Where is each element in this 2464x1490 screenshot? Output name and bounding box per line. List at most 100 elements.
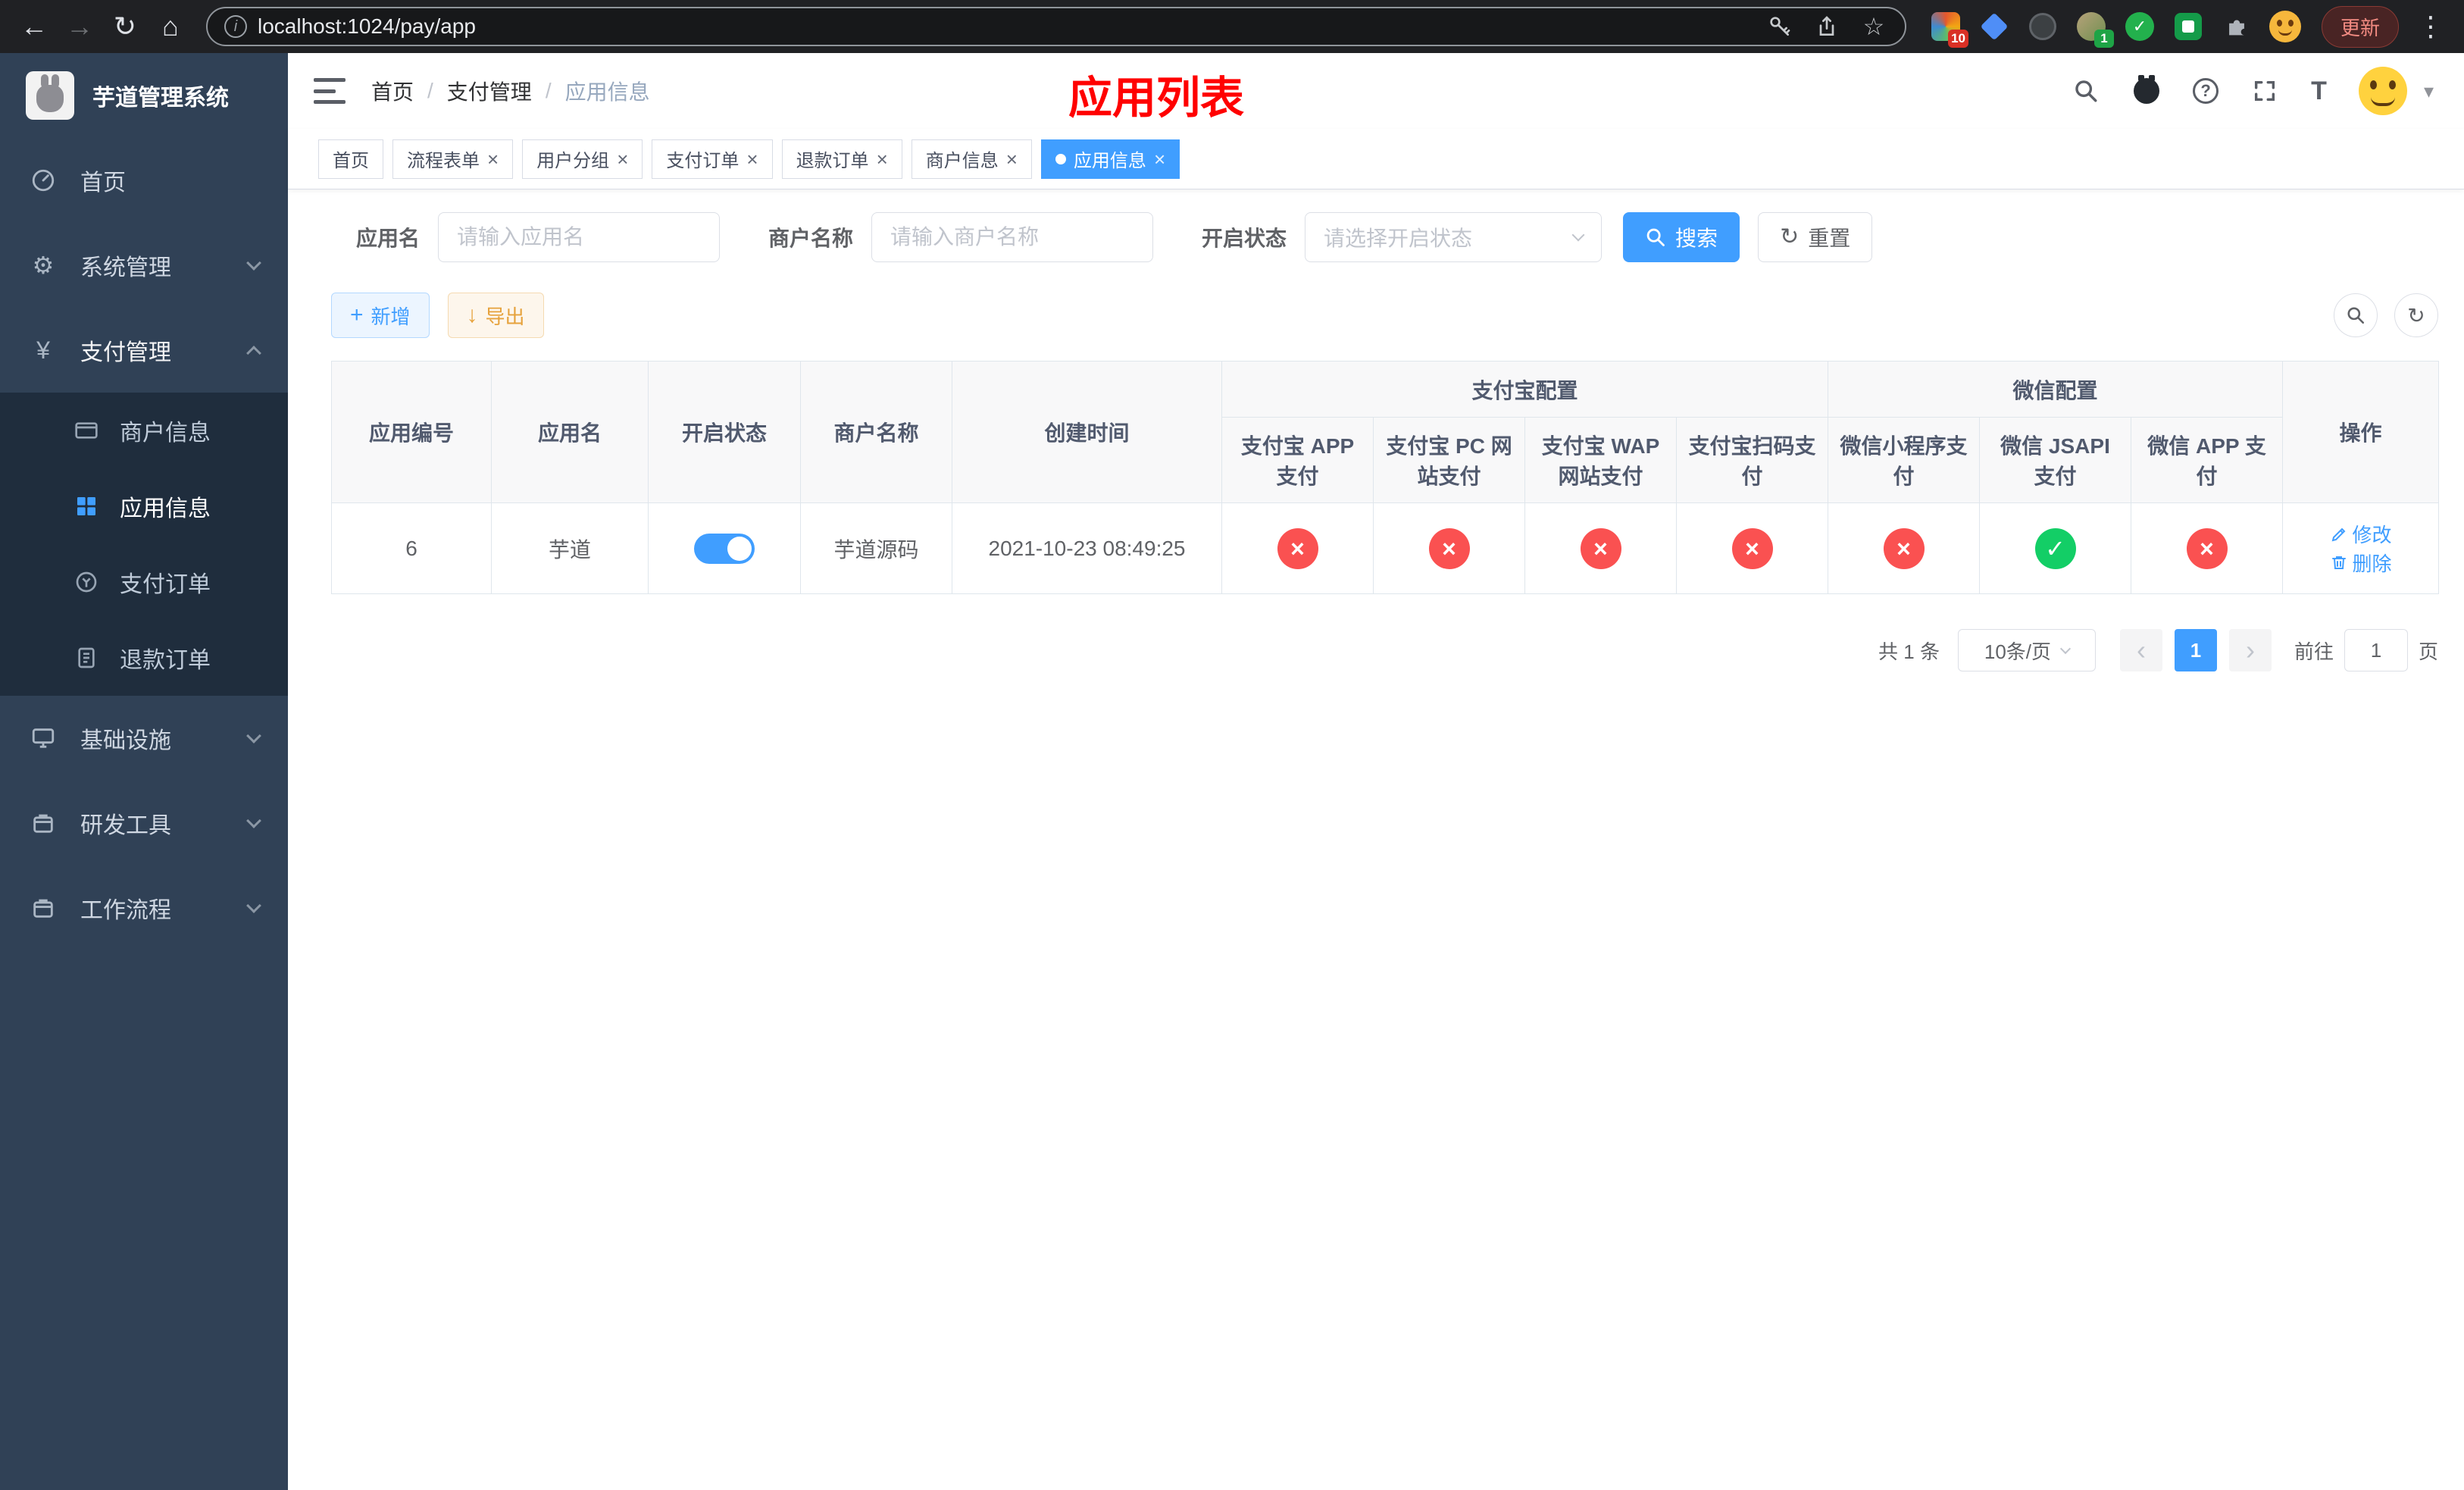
col-alipay-app: 支付宝 APP 支付	[1221, 417, 1374, 503]
sidebar: 芋道管理系统 首页 ⚙ 系统管理 ¥ 支付管理 商户信息 应用信息 支付订单 退…	[0, 53, 288, 1490]
bookmark-star-icon[interactable]: ☆	[1859, 12, 1888, 41]
app-name-input[interactable]	[438, 212, 721, 262]
grid-icon	[73, 494, 100, 518]
font-size-icon[interactable]: T	[2311, 77, 2327, 106]
sidebar-item-label: 应用信息	[120, 496, 211, 521]
app-navbar: 首页 / 支付管理 / 应用信息 ? T ▾	[288, 53, 2464, 129]
fullscreen-icon[interactable]	[2250, 77, 2279, 105]
extension-icon[interactable]	[1978, 10, 2011, 43]
sidebar-item-payment[interactable]: ¥ 支付管理	[0, 308, 288, 393]
page-size-select[interactable]: 10条/页	[1957, 629, 2096, 671]
url-text[interactable]: localhost:1024/pay/app	[258, 14, 1755, 39]
tab-home[interactable]: 首页	[318, 139, 383, 179]
sidebar-item-devtools[interactable]: 研发工具	[0, 781, 288, 866]
share-icon[interactable]	[1812, 12, 1841, 41]
tab-close-icon[interactable]: ×	[487, 149, 499, 169]
tab-process-form[interactable]: 流程表单 ×	[392, 139, 514, 179]
status-label: 开启状态	[1202, 227, 1287, 250]
profile-avatar-icon[interactable]	[2269, 10, 2302, 43]
extensions-puzzle-icon[interactable]	[2220, 10, 2253, 43]
user-avatar[interactable]	[2358, 67, 2407, 115]
extension-icon[interactable]: 10	[1929, 10, 1968, 48]
goto-page-input[interactable]	[2344, 629, 2408, 671]
browser-menu-icon[interactable]: ⋮	[2411, 11, 2450, 42]
edit-link-label: 修改	[2352, 524, 2392, 546]
export-button[interactable]: ↓ 导出	[447, 293, 544, 338]
header-search-icon[interactable]	[2072, 77, 2100, 105]
refresh-table-button[interactable]: ↻	[2394, 293, 2438, 337]
reset-button[interactable]: ↻ 重置	[1758, 212, 1873, 262]
tab-close-icon[interactable]: ×	[1006, 149, 1018, 169]
extension-icon[interactable]	[2026, 10, 2059, 43]
cell-app-id: 6	[331, 502, 492, 594]
browser-reload-icon[interactable]: ↻	[105, 6, 145, 47]
tab-pay-order[interactable]: 支付订单 ×	[652, 139, 773, 179]
page-number-button[interactable]: 1	[2174, 629, 2217, 671]
enabled-toggle[interactable]	[694, 533, 755, 564]
address-bar[interactable]: i localhost:1024/pay/app ☆	[206, 7, 1906, 46]
tab-label: 商户信息	[925, 151, 999, 171]
browser-back-icon[interactable]: ←	[14, 6, 55, 47]
github-icon[interactable]	[2132, 75, 2161, 105]
col-app-id: 应用编号	[331, 361, 492, 503]
sidebar-item-label: 支付管理	[80, 340, 171, 365]
col-alipay-wap: 支付宝 WAP 网站支付	[1524, 417, 1677, 503]
sidebar-item-refund-order[interactable]: 退款订单	[0, 620, 288, 696]
tab-app-info[interactable]: 应用信息 ×	[1040, 139, 1180, 179]
dashboard-icon	[29, 167, 58, 193]
tab-refund-order[interactable]: 退款订单 ×	[781, 139, 902, 179]
sidebar-item-infrastructure[interactable]: 基础设施	[0, 696, 288, 781]
site-info-icon[interactable]: i	[224, 15, 247, 38]
avatar-caret-icon[interactable]: ▾	[2424, 80, 2434, 103]
sidebar-item-app-info[interactable]: 应用信息	[0, 468, 288, 544]
breadcrumb-home[interactable]: 首页	[371, 76, 414, 106]
add-button[interactable]: + 新增	[331, 293, 430, 338]
browser-forward-icon[interactable]: →	[59, 6, 100, 47]
tab-merchant-info[interactable]: 商户信息 ×	[911, 139, 1032, 179]
browser-home-icon[interactable]: ⌂	[150, 6, 191, 47]
tab-close-icon[interactable]: ×	[877, 149, 888, 169]
prev-page-button[interactable]: ‹	[2119, 629, 2162, 671]
delete-link[interactable]: 删除	[2330, 549, 2392, 577]
tab-close-icon[interactable]: ×	[746, 149, 758, 169]
sidebar-item-label: 支付订单	[120, 572, 211, 597]
col-merchant: 商户名称	[800, 361, 952, 503]
chrome-update-button[interactable]: 更新	[2321, 5, 2399, 48]
sidebar-item-system[interactable]: ⚙ 系统管理	[0, 223, 288, 308]
app-logo	[26, 71, 74, 120]
sidebar-item-pay-order[interactable]: 支付订单	[0, 544, 288, 620]
app-title: 芋道管理系统	[92, 86, 229, 111]
merchant-name-input[interactable]	[871, 212, 1154, 262]
extension-icon[interactable]	[2172, 10, 2205, 43]
sidebar-item-workflow[interactable]: 工作流程	[0, 866, 288, 950]
toggle-search-button[interactable]	[2334, 293, 2378, 337]
help-icon[interactable]: ?	[2193, 78, 2219, 104]
search-button[interactable]: 搜索	[1623, 212, 1740, 262]
tab-user-group[interactable]: 用户分组 ×	[522, 139, 643, 179]
breadcrumb: 首页 / 支付管理 / 应用信息	[371, 76, 650, 106]
password-key-icon[interactable]	[1765, 12, 1794, 41]
status-select[interactable]: 请选择开启状态	[1305, 212, 1603, 262]
sidebar-item-merchant-info[interactable]: 商户信息	[0, 393, 288, 468]
alipay-qr-status-icon: ×	[1731, 527, 1773, 569]
alipay-pc-status-icon: ×	[1428, 527, 1470, 569]
extension-icon[interactable]: 1	[2075, 10, 2114, 48]
col-wx-lite: 微信小程序支付	[1828, 417, 1981, 503]
tab-close-icon[interactable]: ×	[617, 149, 628, 169]
export-button-label: 导出	[485, 305, 525, 328]
goto-label: 前往	[2294, 640, 2334, 663]
group-header-wechat: 微信配置	[1828, 361, 2284, 418]
status-select-placeholder: 请选择开启状态	[1324, 227, 1473, 250]
plus-icon: +	[350, 302, 364, 327]
sidebar-item-label: 商户信息	[120, 421, 211, 446]
next-page-button[interactable]: ›	[2228, 629, 2272, 671]
col-alipay-pc: 支付宝 PC 网站支付	[1373, 417, 1525, 503]
extension-icon[interactable]: ✓	[2123, 10, 2156, 43]
breadcrumb-separator: /	[545, 79, 552, 102]
breadcrumb-level1[interactable]: 支付管理	[447, 76, 532, 106]
col-alipay-qr: 支付宝扫码支付	[1675, 417, 1829, 503]
sidebar-item-home[interactable]: 首页	[0, 138, 288, 223]
collapse-sidebar-icon[interactable]	[314, 78, 346, 104]
edit-link[interactable]: 修改	[2330, 520, 2392, 548]
tab-close-icon[interactable]: ×	[1154, 149, 1165, 169]
